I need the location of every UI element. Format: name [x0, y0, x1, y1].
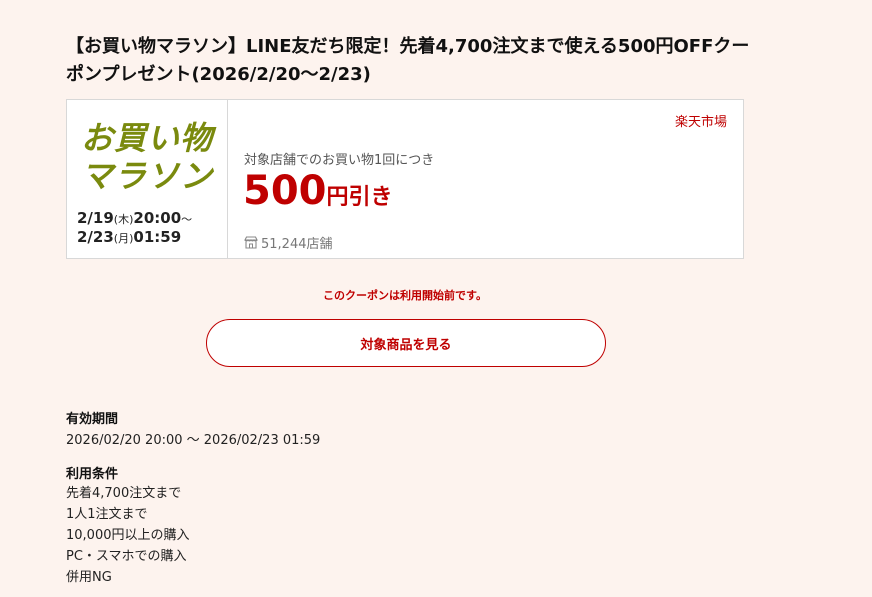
terms-item: 先着4,700注文まで [66, 486, 182, 501]
campaign-logo-panel: お買い物 マラソン 2/19(木)20:00〜 2/23(月)01:59 [67, 100, 228, 258]
store-icon [244, 236, 258, 249]
period-start-time: 20:00 [133, 209, 182, 227]
coupon-details: 楽天市場 対象店舗でのお買い物1回につき 500円引き 51,244店舗 [228, 100, 743, 258]
campaign-period-start: 2/19(木)20:00〜 [77, 209, 192, 229]
period-separator: 〜 [181, 213, 193, 226]
store-count: 51,244店舗 [244, 233, 333, 252]
discount-amount: 500 [243, 168, 327, 214]
terms-item: PC・スマホでの購入 [66, 549, 187, 564]
period-end-time: 01:59 [133, 228, 182, 246]
terms-item: 1人1注文まで [66, 507, 148, 522]
terms-list: 先着4,700注文まで 1人1注文まで 10,000円以上の購入 PC・スマホで… [66, 483, 190, 588]
coupon-status-notice: このクーポンは利用開始前です。 [323, 289, 487, 302]
validity-value: 2026/02/20 20:00 〜 2026/02/23 01:59 [66, 433, 321, 448]
period-end-date: 2/23 [77, 228, 114, 246]
period-end-day: (月) [113, 232, 134, 245]
terms-label: 利用条件 [66, 467, 119, 482]
period-start-day: (木) [113, 213, 134, 226]
period-start-date: 2/19 [77, 209, 114, 227]
discount-unit: 円引き [326, 185, 393, 210]
coupon-condition: 対象店舗でのお買い物1回につき [244, 153, 435, 168]
campaign-period-end: 2/23(月)01:59 [77, 228, 181, 248]
store-count-text: 51,244店舗 [261, 237, 333, 252]
page-title: 【お買い物マラソン】LINE友だち限定！先着4,700注文まで使える500円OF… [66, 36, 750, 85]
campaign-logo-line2: マラソン [81, 157, 214, 195]
coupon-card: お買い物 マラソン 2/19(木)20:00〜 2/23(月)01:59 楽天市… [66, 99, 744, 259]
coupon-page: 【お買い物マラソン】LINE友だち限定！先着4,700注文まで使える500円OF… [0, 0, 872, 597]
view-target-products-button[interactable]: 対象商品を見る [206, 319, 606, 367]
shop-label: 楽天市場 [674, 115, 727, 130]
terms-item: 10,000円以上の購入 [66, 528, 190, 543]
campaign-logo-line1: お買い物 [81, 119, 214, 157]
discount-value: 500円引き [243, 168, 393, 214]
terms-item: 併用NG [66, 570, 112, 585]
validity-label: 有効期間 [66, 412, 119, 427]
